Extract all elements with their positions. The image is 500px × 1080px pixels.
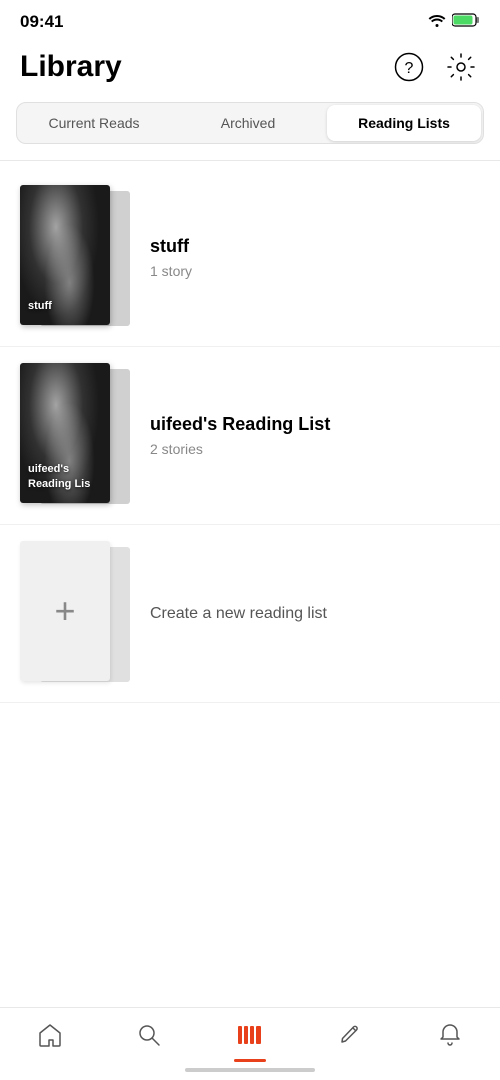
item-subtitle: 2 stories — [150, 441, 480, 457]
tab-reading-lists[interactable]: Reading Lists — [327, 105, 481, 141]
divider — [0, 160, 500, 161]
gear-icon — [446, 52, 476, 82]
nav-notifications[interactable] — [421, 1018, 479, 1052]
tab-archived[interactable]: Archived — [171, 103, 325, 143]
help-button[interactable]: ? — [390, 48, 428, 86]
item-info: stuff 1 story — [150, 236, 480, 279]
create-reading-list-item[interactable]: + Create a new reading list — [0, 525, 500, 703]
header-actions: ? — [390, 48, 480, 86]
status-bar: 09:41 — [0, 0, 500, 40]
nav-search[interactable] — [120, 1018, 178, 1052]
nav-home[interactable] — [21, 1018, 79, 1052]
book-front: uifeed's Reading Lis — [20, 363, 110, 503]
svg-text:?: ? — [405, 60, 414, 77]
home-icon — [37, 1022, 63, 1048]
page-title: Library — [20, 50, 122, 84]
tab-current-reads[interactable]: Current Reads — [17, 103, 171, 143]
status-icons — [428, 13, 480, 32]
item-subtitle: 1 story — [150, 263, 480, 279]
content-area: stuff stuff 1 story uifeed's Reading Lis… — [0, 169, 500, 803]
create-front: + — [20, 541, 110, 681]
book-stack-uifeed: uifeed's Reading Lis — [20, 363, 130, 508]
book-stack-stuff: stuff — [20, 185, 130, 330]
edit-icon — [338, 1022, 364, 1048]
wifi-icon — [428, 13, 446, 32]
book-cover-image: stuff — [20, 185, 110, 325]
list-item[interactable]: stuff stuff 1 story — [0, 169, 500, 347]
home-indicator — [185, 1068, 315, 1072]
header: Library ? — [0, 40, 500, 102]
library-icon — [236, 1022, 264, 1048]
nav-active-indicator — [234, 1059, 266, 1062]
status-time: 09:41 — [20, 12, 63, 32]
settings-button[interactable] — [442, 48, 480, 86]
tabs-container: Current Reads Archived Reading Lists — [16, 102, 484, 144]
battery-icon — [452, 13, 480, 32]
book-cover-label: stuff — [28, 299, 102, 313]
item-info: Create a new reading list — [150, 605, 480, 623]
nav-edit[interactable] — [322, 1018, 380, 1052]
item-info: uifeed's Reading List 2 stories — [150, 414, 480, 457]
list-item[interactable]: uifeed's Reading Lis uifeed's Reading Li… — [0, 347, 500, 525]
book-front: stuff — [20, 185, 110, 325]
bell-icon — [437, 1022, 463, 1048]
search-icon — [136, 1022, 162, 1048]
item-title: stuff — [150, 236, 480, 257]
plus-icon: + — [54, 593, 75, 629]
create-title: Create a new reading list — [150, 605, 480, 623]
create-stack: + — [20, 541, 130, 686]
book-cover-label: uifeed's Reading Lis — [28, 462, 102, 491]
nav-library[interactable] — [220, 1018, 280, 1052]
help-icon: ? — [394, 52, 424, 82]
book-cover-image: uifeed's Reading Lis — [20, 363, 110, 503]
item-title: uifeed's Reading List — [150, 414, 480, 435]
